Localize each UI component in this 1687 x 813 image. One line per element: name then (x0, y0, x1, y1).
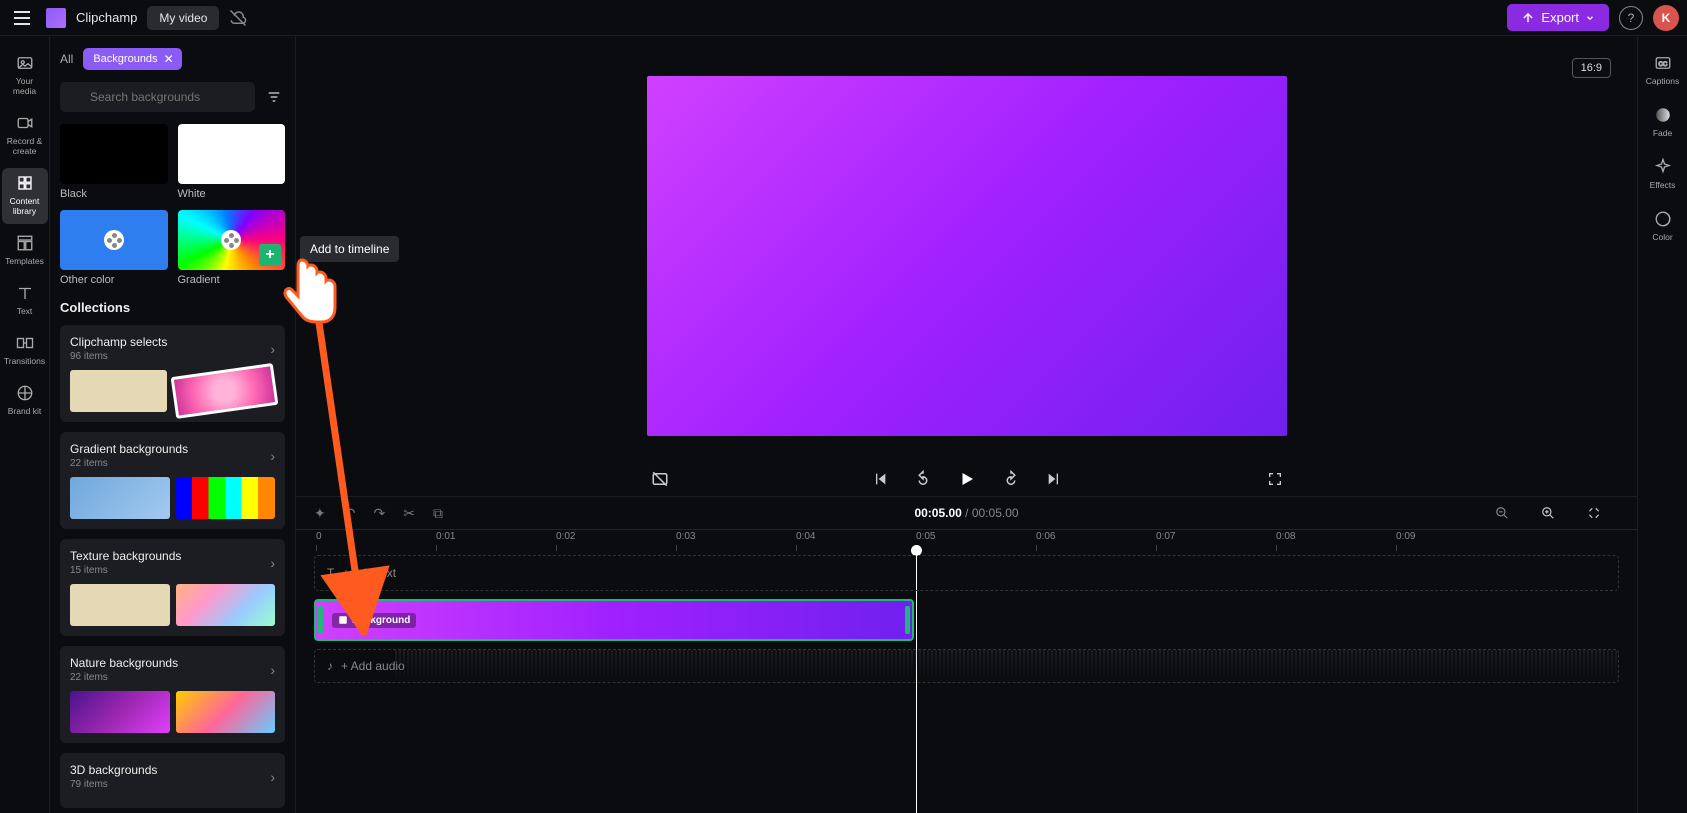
chevron-right-icon: › (270, 341, 275, 357)
chevron-right-icon: › (270, 555, 275, 571)
waveform-placeholder (395, 650, 1618, 682)
clip-handle-left[interactable] (318, 606, 323, 634)
palette-icon (221, 230, 241, 250)
seek-forward-button[interactable] (998, 466, 1024, 492)
cloud-off-icon[interactable] (229, 9, 247, 27)
filter-button[interactable] (263, 82, 285, 112)
add-audio-track[interactable]: ♪ + Add audio (314, 649, 1619, 683)
split-button[interactable]: ✂ (403, 505, 415, 522)
nav-effects[interactable]: Effects (1640, 152, 1686, 198)
left-nav-rail: Your media Record & create Content libra… (0, 36, 50, 813)
collection-gradient-backgrounds[interactable]: Gradient backgrounds22 items› (60, 432, 285, 529)
zoom-out-button[interactable] (1495, 506, 1509, 520)
timeline-time: 00:05.00 / 00:05.00 (914, 506, 1018, 520)
hide-preview-icon[interactable] (647, 466, 673, 492)
play-button[interactable] (954, 466, 980, 492)
clipchamp-logo-icon (46, 8, 66, 28)
collection-3d-backgrounds[interactable]: 3D backgrounds79 items› (60, 753, 285, 808)
palette-icon (104, 230, 124, 250)
topbar: Clipchamp My video Export ? K (0, 0, 1687, 36)
skip-end-button[interactable] (1042, 467, 1066, 491)
zoom-fit-button[interactable] (1587, 506, 1601, 520)
tab-all[interactable]: All (60, 52, 73, 66)
text-icon: T (327, 566, 334, 580)
undo-button[interactable]: ↶ (344, 505, 356, 522)
tab-backgrounds-chip[interactable]: Backgrounds ✕ (83, 48, 181, 70)
bg-white[interactable]: White (178, 124, 286, 200)
seek-back-button[interactable] (910, 466, 936, 492)
fullscreen-button[interactable] (1263, 467, 1287, 491)
clip-handle-right[interactable] (905, 606, 910, 634)
menu-button[interactable] (8, 4, 36, 32)
collection-texture-backgrounds[interactable]: Texture backgrounds15 items› (60, 539, 285, 636)
nav-transitions[interactable]: Transitions (2, 328, 48, 374)
nav-your-media[interactable]: Your media (2, 48, 48, 104)
search-input[interactable] (60, 82, 255, 112)
nav-brand-kit[interactable]: Brand kit (2, 378, 48, 424)
bg-gradient[interactable]: + Gradient (178, 210, 286, 286)
timeline-toolbar: ✦ ↶ ↷ ✂ ⧉ 00:05.00 / 00:05.00 (296, 496, 1637, 530)
timeline: ✦ ↶ ↷ ✂ ⧉ 00:05.00 / 00:05.00 0 0:01 0:0… (296, 496, 1637, 813)
transport-controls (647, 466, 1287, 492)
aspect-ratio-button[interactable]: 16:9 (1572, 58, 1611, 78)
export-button[interactable]: Export (1507, 4, 1609, 31)
copy-button[interactable]: ⧉ (433, 505, 443, 522)
help-button[interactable]: ? (1619, 6, 1643, 30)
zoom-in-button[interactable] (1541, 506, 1555, 520)
nav-text[interactable]: Text (2, 278, 48, 324)
bg-black[interactable]: Black (60, 124, 168, 200)
export-label: Export (1541, 10, 1579, 25)
skip-start-button[interactable] (868, 467, 892, 491)
right-nav-rail: CC Captions Fade Effects Color (1637, 36, 1687, 813)
chevron-right-icon: › (270, 769, 275, 785)
sidebar-panel: All Backgrounds ✕ Black White Other colo… (50, 36, 296, 813)
nav-record-create[interactable]: Record & create (2, 108, 48, 164)
nav-color[interactable]: Color (1640, 204, 1686, 250)
main-area: 16:9 ✦ ↶ ↷ ✂ ⧉ 00:05.00 / 00:05.00 (296, 36, 1637, 813)
music-icon: ♪ (327, 659, 333, 673)
svg-text:CC: CC (1658, 62, 1667, 68)
project-name[interactable]: My video (147, 6, 219, 30)
nav-templates[interactable]: Templates (2, 228, 48, 274)
nav-content-library[interactable]: Content library (2, 168, 48, 224)
close-icon[interactable]: ✕ (164, 52, 174, 66)
avatar[interactable]: K (1653, 5, 1679, 31)
redo-button[interactable]: ↷ (373, 505, 385, 522)
nav-fade[interactable]: Fade (1640, 100, 1686, 146)
bg-other-color[interactable]: Other color (60, 210, 168, 286)
tooltip: Add to timeline (300, 236, 399, 262)
app-name: Clipchamp (76, 10, 137, 25)
collections-header: Collections (60, 300, 285, 315)
video-preview-canvas[interactable] (647, 76, 1287, 436)
add-to-timeline-button[interactable]: + (259, 244, 281, 266)
magic-tool-icon[interactable]: ✦ (314, 505, 326, 522)
add-text-track[interactable]: T + Add text (314, 555, 1619, 591)
collection-nature-backgrounds[interactable]: Nature backgrounds22 items› (60, 646, 285, 743)
timeline-clip-background[interactable]: Background (314, 599, 914, 641)
chevron-right-icon: › (270, 448, 275, 464)
timeline-ruler[interactable]: 0 0:01 0:02 0:03 0:04 0:05 0:06 0:07 0:0… (296, 531, 1637, 555)
nav-captions[interactable]: CC Captions (1640, 48, 1686, 94)
preview-area: 16:9 (296, 36, 1637, 496)
chevron-right-icon: › (270, 662, 275, 678)
collection-clipchamp-selects[interactable]: Clipchamp selects96 items› (60, 325, 285, 422)
